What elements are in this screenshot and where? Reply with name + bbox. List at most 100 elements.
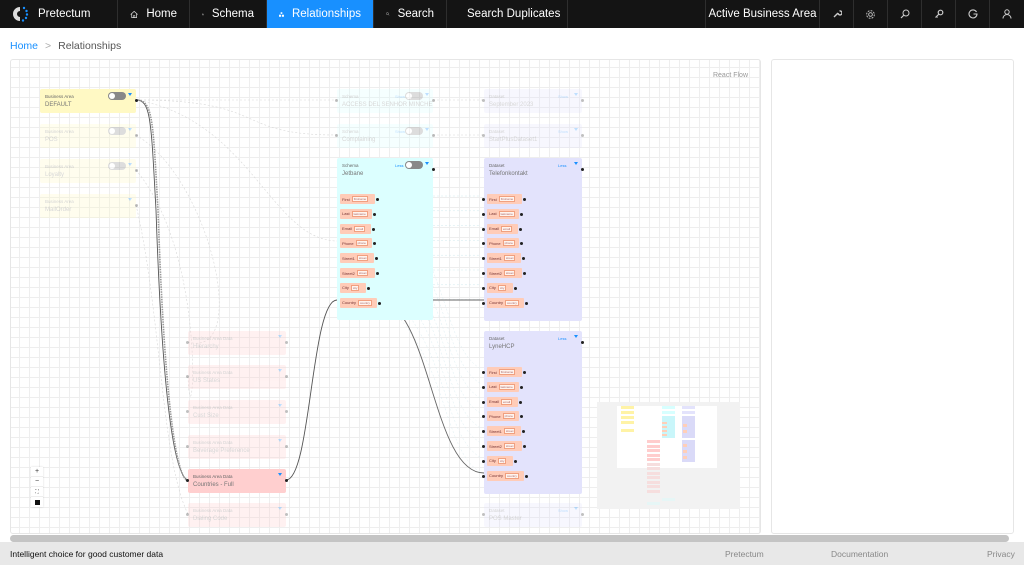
field-source-handle[interactable] bbox=[520, 415, 523, 419]
source-handle[interactable] bbox=[432, 134, 435, 137]
show-less-toggle[interactable]: Less bbox=[558, 336, 566, 341]
field-target-handle[interactable] bbox=[482, 198, 485, 201]
field-source-handle[interactable] bbox=[522, 257, 525, 261]
edge-faded[interactable] bbox=[135, 169, 193, 397]
target-handle[interactable] bbox=[186, 375, 189, 378]
node-toggle-switch[interactable] bbox=[108, 162, 126, 170]
field-chip[interactable]: Last lastname bbox=[482, 208, 523, 219]
wrench-button[interactable] bbox=[820, 0, 854, 28]
breadcrumb-home-link[interactable]: Home bbox=[10, 40, 38, 52]
field-target-handle[interactable] bbox=[482, 371, 485, 374]
source-handle[interactable] bbox=[432, 168, 435, 171]
show-less-toggle[interactable]: Show bbox=[558, 508, 568, 513]
business-area-data-node[interactable]: Business Area Data US States bbox=[186, 365, 288, 389]
nav-home[interactable]: Home bbox=[118, 0, 190, 28]
field-chip[interactable]: Street2 street bbox=[340, 268, 379, 278]
target-handle[interactable] bbox=[482, 134, 485, 137]
target-handle[interactable] bbox=[186, 513, 189, 516]
key-button[interactable] bbox=[922, 0, 956, 28]
show-less-toggle[interactable]: Less bbox=[558, 163, 566, 168]
dataset-node[interactable]: Dataset POS Master Show bbox=[482, 503, 584, 527]
dataset-node[interactable]: Dataset LyneHCP Less First firstname Last last… bbox=[482, 331, 584, 494]
field-target-handle[interactable] bbox=[482, 400, 485, 404]
chevron-down-icon[interactable] bbox=[574, 93, 578, 96]
source-handle[interactable] bbox=[135, 169, 138, 172]
chevron-down-icon[interactable] bbox=[128, 93, 132, 96]
node-toggle-switch[interactable] bbox=[405, 127, 423, 135]
field-source-handle[interactable] bbox=[367, 286, 370, 290]
target-handle[interactable] bbox=[482, 99, 485, 102]
field-chip[interactable]: First firstname bbox=[482, 194, 526, 204]
lock-button[interactable] bbox=[31, 497, 43, 507]
field-source-handle[interactable] bbox=[519, 227, 522, 231]
source-handle[interactable] bbox=[581, 99, 584, 102]
show-less-toggle[interactable]: Less bbox=[395, 163, 403, 168]
settings-button[interactable] bbox=[854, 0, 888, 28]
show-less-toggle[interactable]: Show bbox=[558, 94, 568, 99]
footer-link-pretectum[interactable]: Pretectum bbox=[725, 549, 764, 559]
field-chip[interactable]: Last lastname bbox=[340, 208, 376, 219]
field-chip[interactable]: Country country bbox=[482, 470, 528, 481]
source-handle[interactable] bbox=[135, 204, 138, 207]
field-chip[interactable]: First firstname bbox=[482, 367, 526, 377]
field-chip[interactable]: Country country bbox=[340, 297, 381, 308]
dataset-node[interactable]: Dataset September 2023 Show bbox=[482, 89, 584, 113]
field-target-handle[interactable] bbox=[482, 415, 485, 419]
google-button[interactable] bbox=[956, 0, 990, 28]
chevron-down-icon[interactable] bbox=[128, 198, 132, 201]
edge-ba-to-bad[interactable] bbox=[135, 99, 189, 481]
zoom-in-button[interactable]: + bbox=[31, 467, 43, 477]
schema-node[interactable]: Schema Jetbane Less First firstname Last lastn… bbox=[337, 158, 435, 320]
field-source-handle[interactable] bbox=[523, 198, 526, 201]
target-handle[interactable] bbox=[335, 99, 338, 102]
nav-relationships[interactable]: Relationships bbox=[267, 0, 374, 28]
source-handle[interactable] bbox=[432, 99, 435, 102]
field-source-handle[interactable] bbox=[520, 212, 523, 216]
node-toggle-switch[interactable] bbox=[108, 127, 126, 135]
relationship-flow-canvas[interactable]: React Flow Business Area DEFAULT Business … bbox=[10, 59, 761, 534]
source-handle[interactable] bbox=[581, 168, 584, 171]
footer-link-privacy[interactable]: Privacy bbox=[987, 549, 1015, 559]
chevron-down-icon[interactable] bbox=[278, 369, 282, 372]
edge-country-lynehcp[interactable] bbox=[375, 299, 485, 474]
field-target-handle[interactable] bbox=[482, 286, 485, 290]
minimap[interactable] bbox=[597, 402, 740, 509]
active-business-area-button[interactable]: Active Business Area bbox=[706, 0, 820, 28]
chevron-down-icon[interactable] bbox=[128, 128, 132, 131]
zoom-search-button[interactable] bbox=[888, 0, 922, 28]
business-area-node[interactable]: Business Area MailOrder bbox=[40, 194, 138, 218]
field-source-handle[interactable] bbox=[520, 242, 523, 246]
field-source-handle[interactable] bbox=[376, 198, 379, 201]
source-handle[interactable] bbox=[285, 341, 288, 344]
target-handle[interactable] bbox=[335, 134, 338, 137]
source-handle[interactable] bbox=[581, 134, 584, 137]
chevron-down-icon[interactable] bbox=[425, 128, 429, 131]
source-handle[interactable] bbox=[581, 341, 584, 344]
field-source-handle[interactable] bbox=[376, 272, 379, 275]
field-target-handle[interactable] bbox=[482, 430, 485, 434]
field-source-handle[interactable] bbox=[514, 286, 517, 290]
field-source-handle[interactable] bbox=[514, 459, 517, 463]
chevron-down-icon[interactable] bbox=[574, 128, 578, 131]
node-toggle-switch[interactable] bbox=[108, 92, 126, 100]
field-target-handle[interactable] bbox=[482, 242, 485, 246]
field-target-handle[interactable] bbox=[482, 474, 485, 478]
field-source-handle[interactable] bbox=[523, 445, 526, 448]
field-target-handle[interactable] bbox=[482, 459, 485, 463]
chevron-down-icon[interactable] bbox=[278, 473, 282, 476]
field-source-handle[interactable] bbox=[523, 272, 526, 275]
field-chip[interactable]: Last lastname bbox=[482, 381, 523, 392]
field-chip[interactable]: Country country bbox=[482, 297, 528, 308]
source-handle[interactable] bbox=[285, 410, 288, 413]
chevron-down-icon[interactable] bbox=[574, 162, 578, 165]
edge-bad-to-country[interactable] bbox=[285, 299, 338, 481]
field-chip[interactable]: Phone phone bbox=[482, 411, 523, 422]
field-target-handle[interactable] bbox=[482, 257, 485, 261]
source-handle[interactable] bbox=[135, 99, 138, 102]
target-handle[interactable] bbox=[186, 341, 189, 344]
footer-link-documentation[interactable]: Documentation bbox=[831, 549, 888, 559]
target-handle[interactable] bbox=[186, 410, 189, 413]
business-area-data-node[interactable]: Business Area Data Dialing Code bbox=[186, 503, 288, 527]
edge-faded[interactable] bbox=[135, 204, 189, 515]
user-button[interactable] bbox=[990, 0, 1024, 28]
